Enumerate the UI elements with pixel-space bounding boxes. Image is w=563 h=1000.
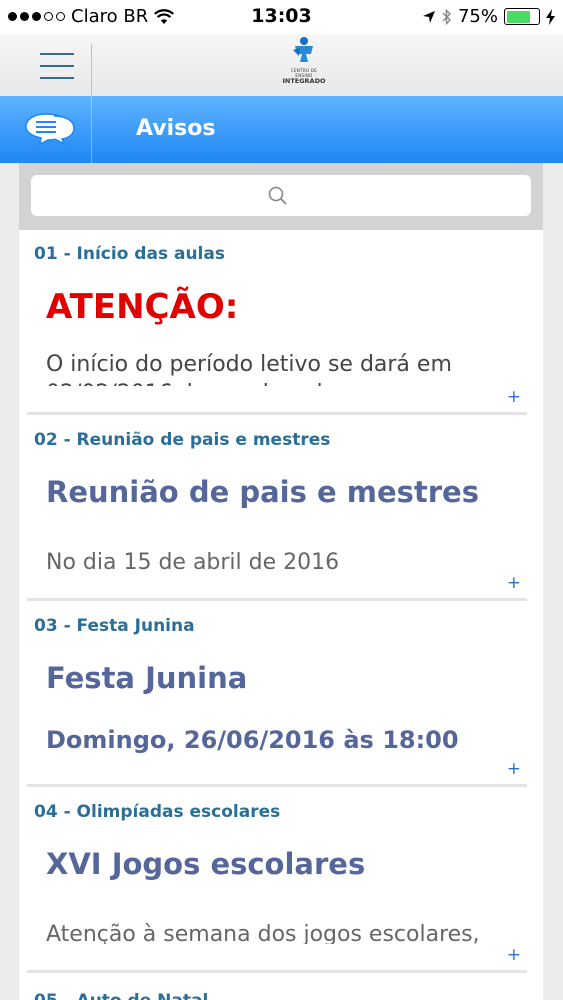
page-title-bar: Avisos — [0, 96, 563, 163]
notice-heading: 01 - Início das aulas — [34, 244, 225, 264]
notice-heading: 03 - Festa Junina — [34, 616, 195, 636]
location-arrow-icon — [422, 10, 435, 23]
expand-icon[interactable]: + — [507, 573, 521, 593]
notice-item-3[interactable]: 03 - Festa Junina Festa Junina Domingo, … — [19, 602, 543, 788]
notice-item-1[interactable]: 01 - Início das aulas ATENÇÃO: O início … — [19, 230, 543, 416]
battery-percent: 75% — [457, 6, 498, 27]
item-divider — [27, 598, 527, 601]
notice-text: O início do período letivo se dará em 02… — [46, 352, 452, 386]
app-header: CENTRO DE ENSINO INTEGRADO — [0, 34, 563, 96]
notice-body: Reunião de pais e mestres No dia 15 de a… — [46, 472, 516, 572]
notice-item-5[interactable]: 05 - Auto de Natal — [19, 974, 543, 1000]
item-divider — [27, 412, 527, 415]
notice-text: Atenção à semana dos jogos escolares, qu… — [46, 922, 480, 944]
notice-heading: 04 - Olimpíadas escolares — [34, 802, 281, 822]
notice-alert: ATENÇÃO: — [46, 287, 239, 327]
chat-bubble-icon — [25, 113, 75, 146]
menu-button[interactable] — [40, 53, 74, 83]
item-divider — [27, 784, 527, 787]
notice-title: Reunião de pais e mestres — [46, 475, 479, 509]
search-icon — [268, 186, 287, 205]
notice-item-4[interactable]: 04 - Olimpíadas escolares XVI Jogos esco… — [19, 788, 543, 974]
notice-body: XVI Jogos escolares Atenção à semana dos… — [46, 844, 516, 944]
expand-icon[interactable]: + — [507, 387, 521, 407]
battery-icon — [504, 8, 540, 25]
expand-icon[interactable]: + — [507, 759, 521, 779]
hamburger-icon — [40, 53, 74, 55]
notice-body: Festa Junina Domingo, 26/06/2016 às 18:0… — [46, 658, 516, 758]
notice-subtitle: Domingo, 26/06/2016 às 18:00 — [46, 726, 459, 754]
notice-heading: 05 - Auto de Natal — [34, 991, 208, 1000]
status-right: 75% — [422, 6, 555, 27]
logo-icon — [293, 37, 313, 62]
notice-text: No dia 15 de abril de 2016 — [46, 550, 340, 572]
expand-icon[interactable]: + — [507, 945, 521, 965]
status-bar: Claro BR 13:03 75% — [0, 0, 563, 34]
item-divider — [27, 970, 527, 973]
search-bar — [19, 163, 543, 230]
bluetooth-icon — [442, 8, 451, 25]
notices-list: 01 - Início das aulas ATENÇÃO: O início … — [19, 163, 543, 1000]
notice-heading: 02 - Reunião de pais e mestres — [34, 430, 331, 450]
notice-title: XVI Jogos escolares — [46, 847, 366, 881]
logo-title: INTEGRADO — [282, 77, 326, 85]
notice-body: ATENÇÃO: O início do período letivo se d… — [46, 286, 516, 386]
notice-item-2[interactable]: 02 - Reunião de pais e mestres Reunião d… — [19, 416, 543, 602]
charging-icon — [546, 8, 555, 25]
title-divider — [91, 96, 92, 163]
page-title: Avisos — [136, 116, 216, 141]
app-logo: CENTRO DE ENSINO INTEGRADO — [282, 36, 326, 85]
search-input[interactable] — [31, 175, 531, 216]
header-divider — [91, 44, 92, 96]
notice-title: Festa Junina — [46, 661, 248, 695]
